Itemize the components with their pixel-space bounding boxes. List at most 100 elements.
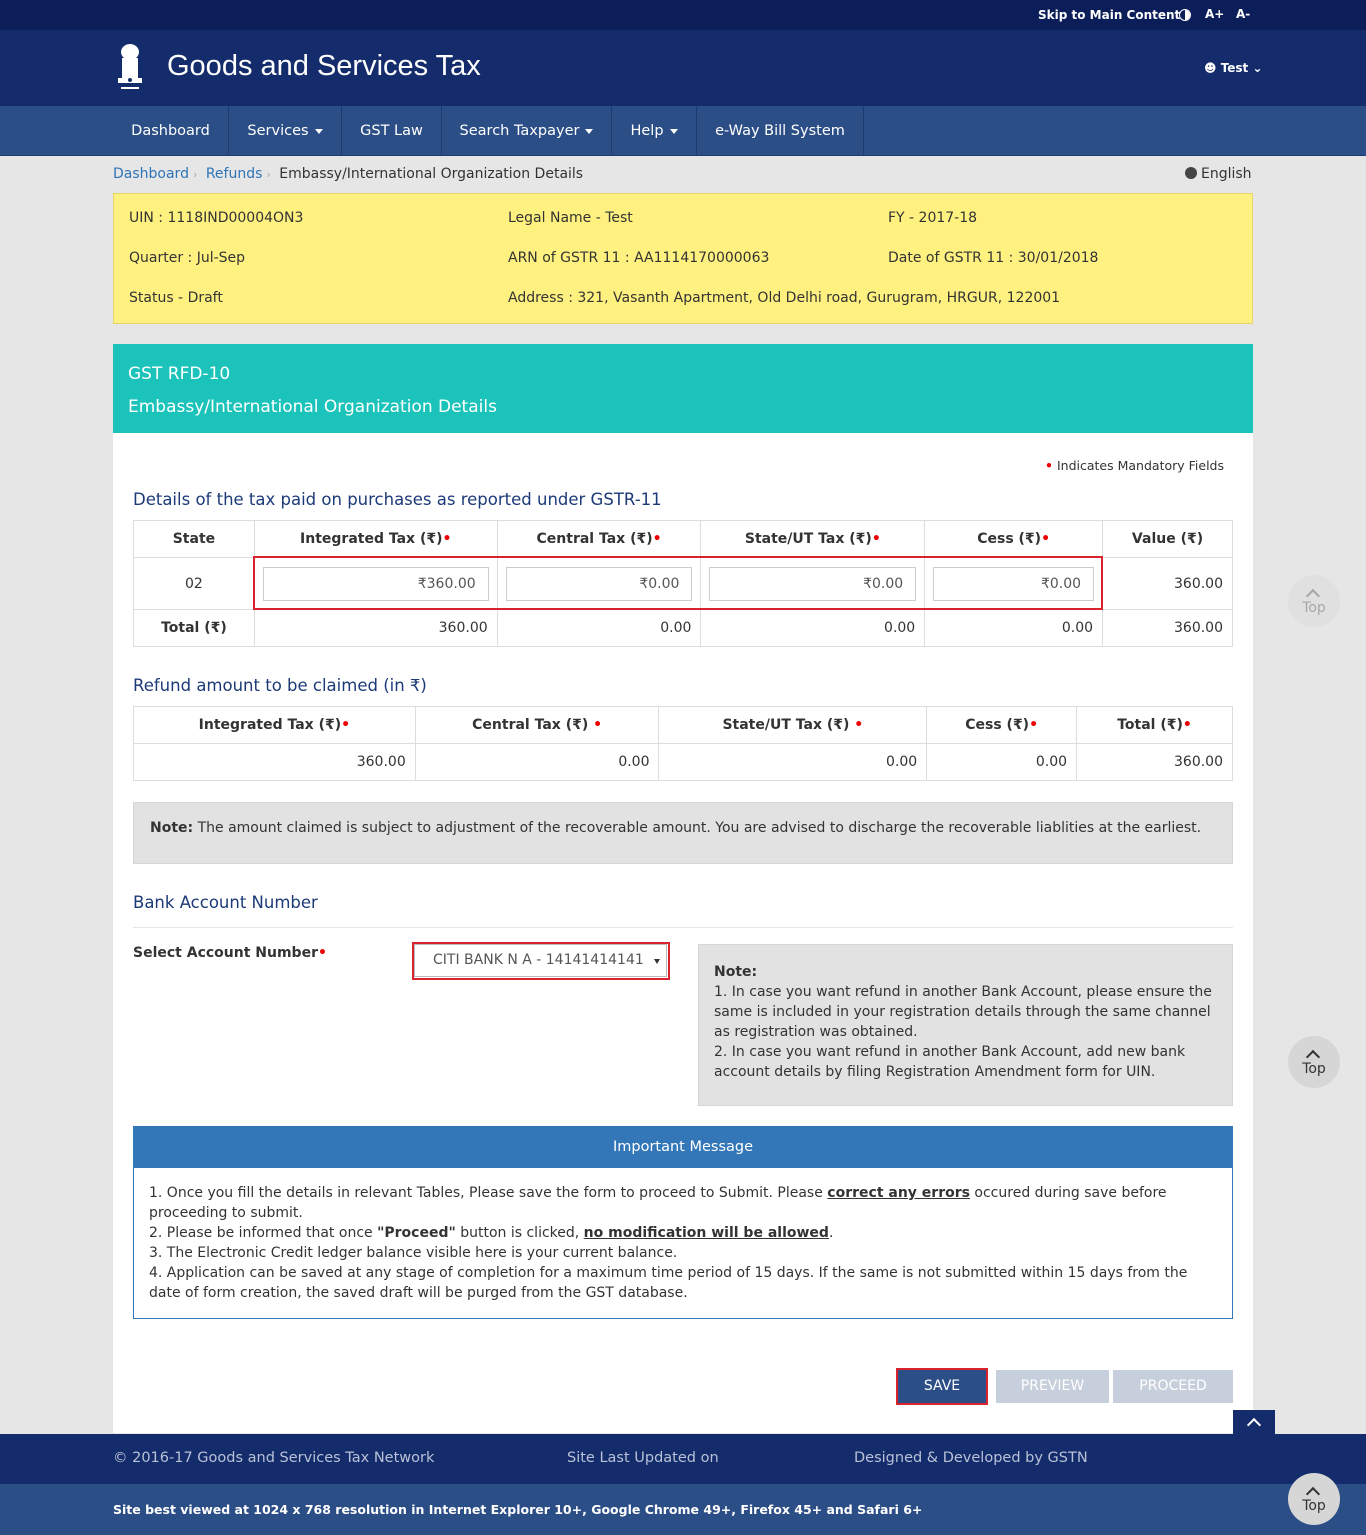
back-to-top-button[interactable]: Top	[1288, 1473, 1340, 1525]
nav-eway-bill[interactable]: e-Way Bill System	[697, 106, 864, 156]
refund-table-title: Refund amount to be claimed (in ₹)	[133, 676, 427, 695]
increase-font-button[interactable]: A+	[1205, 7, 1224, 21]
header-refund-total: Total (₹)•	[1076, 706, 1233, 744]
contrast-icon[interactable]	[1179, 9, 1191, 21]
quarter: Quarter : Jul-Sep	[129, 250, 246, 266]
footer: © 2016-17 Goods and Services Tax Network…	[0, 1434, 1366, 1484]
breadcrumb-separator: ›	[266, 168, 271, 181]
bank-note: Note: 1. In case you want refund in anot…	[698, 944, 1233, 1106]
legal-name: Legal Name - Test	[508, 210, 633, 226]
header-refund-igst: Integrated Tax (₹)•	[133, 706, 416, 744]
nav-search-taxpayer[interactable]: Search Taxpayer	[442, 106, 612, 156]
form-code: GST RFD-10	[128, 364, 231, 384]
language-label: English	[1201, 166, 1252, 182]
total-value: 360.00	[1102, 609, 1233, 647]
decrease-font-button[interactable]: A-	[1236, 7, 1250, 21]
total-row: Total (₹) 360.00 0.00 0.00 0.00 360.00	[133, 609, 1233, 647]
header-refund-cgst: Central Tax (₹) •	[414, 706, 660, 744]
nav-gst-law[interactable]: GST Law	[342, 106, 442, 156]
form-panel: • Indicates Mandatory Fields Details of …	[113, 433, 1253, 1433]
refund-cess: 0.00	[926, 743, 1078, 781]
user-menu[interactable]: ☻ Test ⌄	[1204, 61, 1263, 75]
breadcrumb-separator: ›	[192, 168, 198, 181]
back-to-top-button[interactable]: Top	[1288, 1036, 1340, 1088]
site-header: Goods and Services Tax ☻ Test ⌄	[0, 30, 1366, 106]
proceed-button[interactable]: PROCEED	[1113, 1370, 1233, 1403]
designed-by: Designed & Developed by GSTN	[854, 1450, 1088, 1466]
highlight-box	[896, 1368, 988, 1405]
user-name: Test	[1220, 61, 1249, 75]
nav-services[interactable]: Services	[229, 106, 342, 156]
nav-help[interactable]: Help	[612, 106, 697, 156]
nav-label: Search Taxpayer	[459, 123, 580, 139]
refund-cgst: 0.00	[414, 743, 660, 781]
value-cell: 360.00	[1102, 557, 1233, 610]
chevron-down-icon	[669, 128, 678, 134]
preview-button[interactable]: PREVIEW	[996, 1370, 1109, 1403]
bank-section-title: Bank Account Number	[133, 893, 318, 912]
form-header: GST RFD-10 Embassy/International Organiz…	[113, 344, 1253, 433]
language-selector[interactable]: English	[1185, 166, 1252, 182]
chevron-down-icon	[314, 128, 323, 134]
select-account-label: Select Account Number•	[133, 945, 327, 961]
adjustment-note: Note: The amount claimed is subject to a…	[133, 802, 1233, 864]
globe-icon	[1185, 167, 1197, 179]
header-sgst: State/UT Tax (₹)•	[700, 520, 926, 558]
main-nav: Dashboard Services GST Law Search Taxpay…	[0, 106, 1366, 156]
breadcrumb-refunds[interactable]: Refunds	[206, 166, 263, 182]
important-point-4: 4. Application can be saved at any stage…	[149, 1265, 1188, 1301]
copyright: © 2016-17 Goods and Services Tax Network	[113, 1450, 435, 1466]
nav-label: e-Way Bill System	[715, 123, 845, 139]
note-line: 1. In case you want refund in another Ba…	[714, 984, 1212, 1040]
highlight-box	[412, 942, 670, 980]
mandatory-note: • Indicates Mandatory Fields	[1045, 458, 1224, 473]
header-cess: Cess (₹)•	[924, 520, 1104, 558]
nav-label: Services	[247, 123, 309, 139]
best-viewed-note: Site best viewed at 1024 x 768 resolutio…	[113, 1502, 923, 1517]
note-line: 2. In case you want refund in another Ba…	[714, 1044, 1186, 1080]
national-emblem-icon	[118, 44, 142, 89]
total-label: Total (₹)	[133, 609, 255, 647]
scroll-top-tab[interactable]	[1233, 1410, 1275, 1434]
arn: ARN of GSTR 11 : AA1114170000063	[508, 250, 770, 266]
site-title[interactable]: Goods and Services Tax	[167, 50, 481, 83]
note-text: The amount claimed is subject to adjustm…	[193, 820, 1202, 836]
breadcrumb-dashboard[interactable]: Dashboard	[113, 166, 189, 182]
highlight-box	[253, 556, 1103, 610]
address: Address : 321, Vasanth Apartment, Old De…	[508, 290, 1061, 306]
financial-year: FY - 2017-18	[888, 210, 978, 226]
site-updated: Site Last Updated on	[567, 1450, 719, 1466]
important-point-1: 1. Once you fill the details in relevant…	[149, 1185, 1167, 1221]
nav-dashboard[interactable]: Dashboard	[113, 106, 229, 156]
mandatory-text: Indicates Mandatory Fields	[1056, 458, 1224, 473]
nav-label: GST Law	[360, 123, 423, 139]
user-icon: ☻	[1204, 61, 1221, 75]
top-utility-bar: Skip to Main Content A+ A-	[0, 0, 1366, 30]
nav-label: Help	[630, 123, 664, 139]
gstr-date: Date of GSTR 11 : 30/01/2018	[888, 250, 1099, 266]
important-point-3: 3. The Electronic Credit ledger balance …	[149, 1245, 678, 1261]
total-igst: 360.00	[253, 609, 498, 647]
tax-table-title: Details of the tax paid on purchases as …	[133, 490, 662, 509]
important-title: Important Message	[134, 1127, 1232, 1168]
important-point-2: 2. Please be informed that once "Proceed…	[149, 1225, 834, 1241]
total-cgst: 0.00	[496, 609, 702, 647]
uin: UIN : 1118IND00004ON3	[129, 210, 304, 226]
header-cgst: Central Tax (₹)•	[496, 520, 702, 558]
header-refund-cess: Cess (₹)•	[926, 706, 1078, 744]
note-label: Note:	[150, 820, 194, 836]
breadcrumb-current: Embassy/International Organization Detai…	[279, 166, 584, 182]
refund-sgst: 0.00	[658, 743, 928, 781]
header-refund-sgst: State/UT Tax (₹) •	[658, 706, 928, 744]
chevron-up-icon	[1246, 1417, 1262, 1433]
state-cell: 02	[133, 557, 255, 610]
breadcrumb: Dashboard › Refunds › Embassy/Internationa…	[113, 166, 583, 182]
header-state: State	[133, 520, 255, 558]
refund-total: 360.00	[1076, 743, 1233, 781]
back-to-top-button[interactable]: Top	[1288, 575, 1340, 627]
header-value: Value (₹)	[1102, 520, 1233, 558]
refund-igst: 360.00	[133, 743, 416, 781]
skip-to-main-link[interactable]: Skip to Main Content	[1038, 8, 1180, 22]
footer-bottom: Site best viewed at 1024 x 768 resolutio…	[0, 1484, 1366, 1535]
taxpayer-info-box: UIN : 1118IND00004ON3 Legal Name - Test …	[113, 193, 1253, 324]
